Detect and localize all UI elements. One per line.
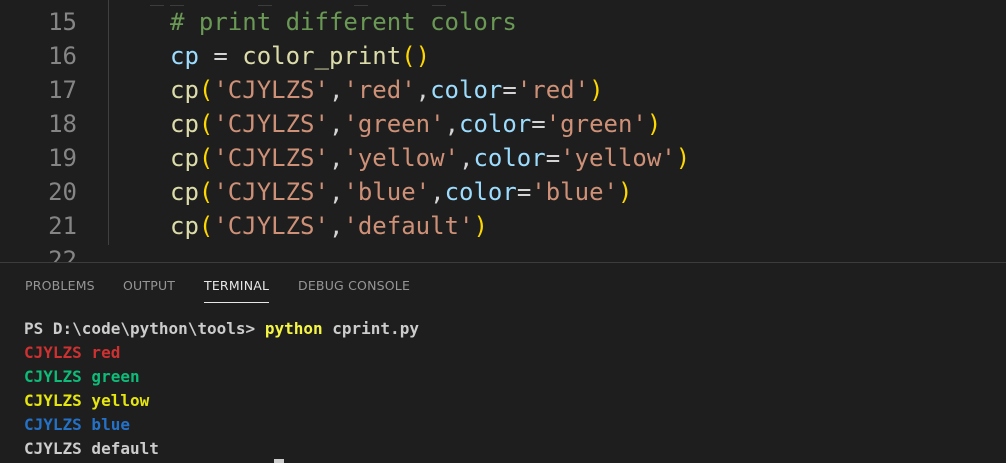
code-token: 'CJYLZS': [213, 178, 329, 206]
code-token: cp: [170, 76, 199, 104]
code-token: color: [459, 110, 532, 138]
code-token: ,: [328, 144, 344, 172]
code-text: cp('CJYLZS','red',color='red'): [170, 73, 604, 107]
terminal-output-line: CJYLZS blue: [24, 415, 130, 434]
code-token: color_print: [242, 42, 402, 70]
line-number: 17: [48, 76, 77, 104]
code-text: cp('CJYLZS','yellow',color='yellow'): [170, 141, 690, 175]
terminal-args: cprint.py: [322, 319, 419, 338]
line-number: 18: [48, 110, 77, 138]
code-token: 'blue': [531, 178, 618, 206]
code-token: cp: [170, 110, 199, 138]
code-token: ,: [328, 212, 344, 240]
panel-tabs: PROBLEMS OUTPUT TERMINAL DEBUG CONSOLE: [0, 263, 1006, 307]
tab-terminal[interactable]: TERMINAL: [204, 275, 270, 305]
code-token: color: [444, 178, 517, 206]
code-token: =: [198, 42, 243, 70]
code-token: (: [198, 178, 214, 206]
code-token: =: [516, 178, 532, 206]
code-text: # print different colors: [170, 5, 517, 39]
indent-guide: [108, 0, 109, 245]
line-number: 20: [48, 178, 77, 206]
code-text: cp('CJYLZS','blue',color='blue'): [170, 175, 632, 209]
code-text: cp('CJYLZS','green',color='green'): [170, 107, 661, 141]
code-token: 'red': [516, 76, 590, 104]
terminal-prompt: PS D:\code\python\tools>: [24, 319, 265, 338]
code-token: (): [401, 42, 431, 70]
code-token: ): [646, 110, 662, 138]
code-token: # print different colors: [170, 8, 517, 36]
code-token: ,: [328, 110, 344, 138]
code-token: (: [198, 144, 214, 172]
code-token: color: [473, 144, 546, 172]
code-token: =: [502, 76, 517, 104]
code-token: cp: [170, 178, 199, 206]
code-token: =: [531, 110, 546, 138]
code-token: 'blue': [343, 178, 431, 206]
code-token: ): [589, 76, 604, 104]
code-token: cp: [170, 42, 199, 70]
code-token: 'CJYLZS': [213, 144, 329, 172]
code-token: ,: [328, 178, 344, 206]
line-number: 21: [48, 212, 77, 240]
code-token: 'green': [545, 110, 647, 138]
code-token: color: [430, 76, 503, 104]
code-token: ,: [444, 110, 460, 138]
code-text: cp = color_print(): [170, 39, 430, 73]
code-token: 'CJYLZS': [213, 110, 329, 138]
tab-debug-console[interactable]: DEBUG CONSOLE: [298, 275, 410, 305]
code-token: 'red': [343, 76, 416, 104]
tab-output[interactable]: OUTPUT: [123, 275, 175, 305]
code-token: (: [198, 212, 214, 240]
code-token: ,: [328, 76, 344, 104]
code-editor[interactable]: 15 # print different colors 16 cp = color_p…: [0, 0, 1006, 262]
code-token: 'CJYLZS': [213, 76, 329, 104]
terminal-output-line: CJYLZS red: [24, 343, 121, 362]
line-number: 15: [48, 8, 77, 36]
terminal-output-line: CJYLZS green: [24, 367, 140, 386]
code-token: ): [473, 212, 488, 240]
code-token: 'yellow': [560, 144, 676, 172]
line-number: 16: [48, 42, 77, 70]
code-token: (: [198, 110, 214, 138]
code-token: 'yellow': [343, 144, 459, 172]
code-token: cp: [170, 212, 199, 240]
terminal-output[interactable]: PS D:\code\python\tools> python cprint.p…: [24, 317, 419, 461]
terminal-command: python: [264, 319, 323, 338]
terminal-command-line: PS D:\code\python\tools> python cprint.p…: [24, 317, 419, 341]
terminal-output-line: CJYLZS default: [24, 439, 159, 458]
code-token: 'green': [343, 110, 445, 138]
bottom-panel: PROBLEMS OUTPUT TERMINAL DEBUG CONSOLE P…: [0, 262, 1006, 463]
code-text: cp('CJYLZS','default'): [170, 209, 488, 243]
code-token: (: [198, 76, 214, 104]
terminal-cursor: [274, 459, 284, 463]
code-token: 'CJYLZS': [213, 212, 329, 240]
terminal-output-line: CJYLZS yellow: [24, 391, 150, 410]
code-token: ,: [415, 76, 431, 104]
code-token: ,: [430, 178, 445, 206]
code-token: ): [617, 178, 633, 206]
code-token: 'default': [343, 212, 474, 240]
code-token: =: [545, 144, 561, 172]
code-token: ,: [459, 144, 474, 172]
code-token: ): [675, 144, 691, 172]
code-token: cp: [170, 144, 199, 172]
tab-problems[interactable]: PROBLEMS: [25, 275, 95, 305]
line-number: 22: [48, 246, 77, 262]
line-number: 19: [48, 144, 77, 172]
